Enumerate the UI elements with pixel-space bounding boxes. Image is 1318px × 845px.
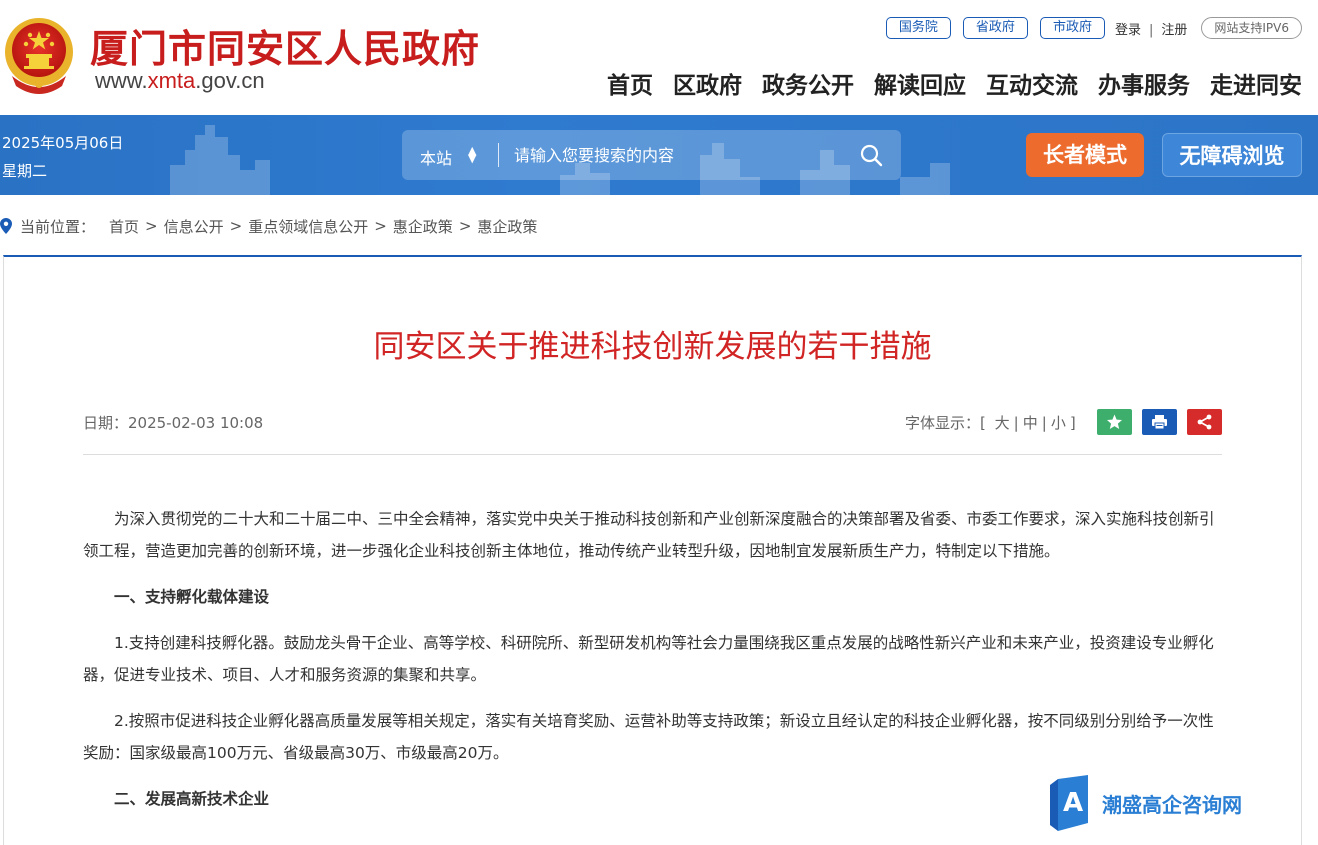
font-small-button[interactable]: 小 (1051, 414, 1066, 432)
favorite-button[interactable] (1097, 409, 1132, 435)
banner-bar: 2025年05月06日 星期二 本站 ▲▼ 长者模式 无障碍浏览 (0, 115, 1318, 195)
share-button[interactable] (1187, 409, 1222, 435)
breadcrumb-key-areas[interactable]: 重点领域信息公开 (248, 216, 368, 237)
nav-services[interactable]: 办事服务 (1098, 66, 1190, 100)
site-title[interactable]: 厦门市同安区人民政府 (90, 18, 480, 73)
search-divider (498, 143, 499, 167)
ipv6-badge: 网站支持IPV6 (1201, 17, 1302, 39)
nav-district-gov[interactable]: 区政府 (673, 66, 742, 100)
bracket-open: [ (980, 414, 986, 432)
print-button[interactable] (1142, 409, 1177, 435)
breadcrumb-info-disclosure[interactable]: 信息公开 (164, 216, 224, 237)
font-medium-button[interactable]: 中 (1023, 414, 1038, 432)
breadcrumb-home[interactable]: 首页 (109, 216, 139, 237)
article-paragraph: 1.支持创建科技孵化器。鼓励龙头骨干企业、高等学校、科研院所、新型研发机构等社会… (83, 634, 1214, 684)
breadcrumb-separator: > (374, 217, 387, 235)
nav-interpretation[interactable]: 解读回应 (874, 66, 966, 100)
breadcrumb-enterprise-policy-current[interactable]: 惠企政策 (477, 216, 537, 237)
breadcrumb-enterprise-policy[interactable]: 惠企政策 (393, 216, 453, 237)
breadcrumb-label: 当前位置： (20, 217, 96, 236)
url-suffix: .gov.cn (195, 68, 265, 93)
main-nav: 首页 区政府 政务公开 解读回应 互动交流 办事服务 走进同安 (587, 66, 1302, 100)
search-scope-select[interactable]: 本站 (420, 145, 452, 169)
font-size-label: 字体显示： (905, 414, 981, 432)
search-box: 本站 ▲ ▼ (402, 130, 901, 180)
account-separator: | (1148, 22, 1154, 38)
nav-gov-affairs[interactable]: 政务公开 (762, 66, 854, 100)
nav-home[interactable]: 首页 (607, 66, 653, 100)
search-icon[interactable] (859, 143, 883, 167)
watermark-logo-letter: A (1063, 788, 1083, 818)
updown-arrow-icon[interactable]: ▲ ▼ (468, 145, 476, 164)
star-icon (1107, 414, 1122, 429)
breadcrumb-separator: > (229, 217, 243, 235)
publish-date: 日期：2025-02-03 10:08 (83, 414, 264, 432)
url-prefix: www. (95, 68, 148, 93)
font-large-button[interactable]: 大 (995, 414, 1010, 432)
link-state-council[interactable]: 国务院 (885, 17, 951, 39)
printer-icon (1152, 415, 1167, 430)
current-date: 2025年05月06日 (2, 134, 124, 152)
bracket-close: ] (1069, 414, 1076, 432)
breadcrumb: 当前位置： 首页 > 信息公开 > 重点领域信息公开 > 惠企政策 > 惠企政策 (0, 215, 537, 237)
article-paragraph: 为深入贯彻党的二十大和二十届二中、三中全会精神，落实党中央关于推动科技创新和产业… (83, 510, 1215, 560)
share-icon (1197, 414, 1212, 430)
meta-divider (83, 454, 1222, 455)
url-highlight: xmta (147, 68, 196, 93)
current-weekday: 星期二 (2, 162, 48, 180)
article-title: 同安区关于推进科技创新发展的若干措施 (373, 329, 932, 365)
national-emblem-icon[interactable] (2, 14, 76, 96)
search-input[interactable] (514, 142, 834, 168)
register-link[interactable]: 注册 (1161, 23, 1187, 38)
login-link[interactable]: 登录 (1115, 23, 1141, 38)
location-pin-icon (0, 218, 12, 234)
account-links: 登录 | 注册 (1115, 19, 1187, 38)
font-separator: | (1041, 414, 1047, 432)
link-city-gov[interactable]: 市政府 (1039, 17, 1105, 39)
nav-interaction[interactable]: 互动交流 (986, 66, 1078, 100)
site-header: 厦门市同安区人民政府 www.xmta.gov.cn 国务院 省政府 市政府 登… (0, 0, 1318, 115)
article-panel: 同安区关于推进科技创新发展的若干措施 日期：2025-02-03 10:08 字… (3, 255, 1302, 845)
font-size-control: 字体显示：[ 大 | 中 | 小] (905, 412, 1076, 433)
breadcrumb-separator: > (145, 217, 158, 235)
watermark: A 潮盛高企咨询网 (1050, 775, 1280, 835)
watermark-text: 潮盛高企咨询网 (1102, 793, 1242, 817)
section-heading: 一、支持孵化载体建设 (114, 588, 270, 606)
nav-about-tongan[interactable]: 走进同安 (1210, 66, 1302, 100)
breadcrumb-separator: > (458, 217, 472, 235)
top-links: 国务院 省政府 市政府 登录 | 注册 网站支持IPV6 (885, 17, 1302, 39)
watermark-logo-icon: A (1050, 775, 1088, 831)
site-url: www.xmta.gov.cn (95, 68, 265, 94)
article-paragraph: 2.按照市促进科技企业孵化器高质量发展等相关规定，落实有关培育奖励、运营补助等支… (83, 712, 1214, 762)
font-separator: | (1013, 414, 1019, 432)
elder-mode-button[interactable]: 长者模式 (1026, 133, 1144, 177)
link-provincial-gov[interactable]: 省政府 (962, 17, 1028, 39)
accessibility-button[interactable]: 无障碍浏览 (1162, 133, 1302, 177)
